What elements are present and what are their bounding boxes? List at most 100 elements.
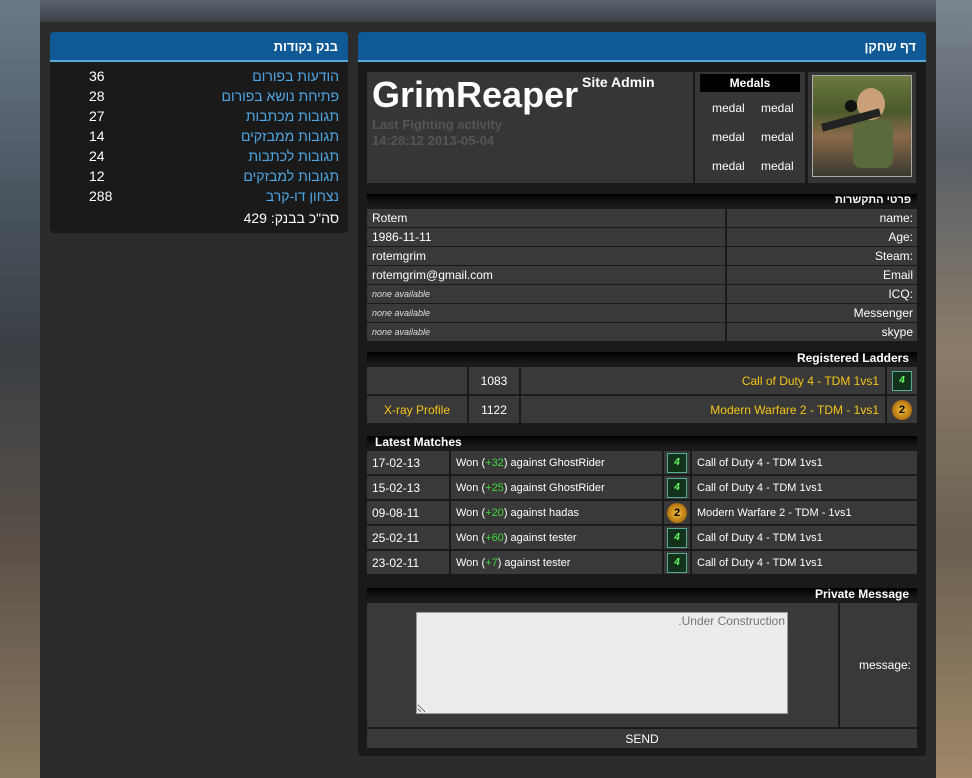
matches-section-bar: Latest Matches — [367, 436, 917, 448]
contact-key: Email — [882, 268, 913, 282]
medal: medal — [761, 101, 794, 115]
points-row: הודעות בפורום 36 — [50, 66, 348, 86]
match-result-cell: Won (+7) against tester — [451, 551, 662, 574]
send-button[interactable]: SEND — [367, 729, 917, 748]
points-row-label[interactable]: תגובות ממבזקים — [241, 128, 339, 144]
contact-section-bar: פרטי התקשרות — [367, 194, 917, 206]
contact-key: ICQ: — [888, 287, 913, 301]
match-opponent: ) against tester — [497, 556, 571, 569]
pm-section-title: Private Message — [814, 587, 909, 601]
profile-box: GrimReaper Site Admin Last Fighting acti… — [367, 72, 693, 183]
match-icon-cell: 4 — [664, 526, 690, 549]
points-total: סה"כ בבנק: 429 — [243, 210, 339, 226]
contact-key-cell: ICQ: — [727, 285, 917, 303]
mw2-icon: 2 — [667, 502, 687, 523]
match-icon-cell: 4 — [664, 476, 690, 499]
cod4-icon: 4 — [667, 552, 687, 573]
ladder-score-cell: 1122 — [469, 396, 519, 423]
ladder-name: Modern Warfare 2 - TDM - 1vs1 — [710, 402, 879, 417]
contact-key: Age: — [888, 230, 913, 244]
match-opponent: ) against GhostRider — [503, 456, 605, 469]
contact-value-cell: Rotem — [367, 209, 725, 227]
match-won-text: Won ( — [456, 531, 486, 544]
match-game: Call of Duty 4 - TDM 1vs1 — [697, 456, 823, 469]
match-game: Modern Warfare 2 - TDM - 1vs1 — [697, 506, 852, 519]
contact-value-cell: none available — [367, 323, 725, 341]
medal: medal — [712, 130, 745, 144]
xray-profile-link[interactable]: X-ray Profile — [384, 403, 450, 417]
points-row-value: 27 — [89, 108, 105, 124]
match-date: 15-02-13 — [372, 480, 421, 495]
match-won-text: Won ( — [456, 481, 486, 494]
matches-section-title: Latest Matches — [375, 435, 462, 449]
contact-value: Rotem — [372, 211, 408, 225]
contact-key: name: — [879, 211, 913, 225]
match-game-cell[interactable]: Call of Duty 4 - TDM 1vs1 — [692, 526, 917, 549]
points-row-label[interactable]: הודעות בפורום — [252, 68, 339, 84]
role-badge: Site Admin — [582, 74, 655, 90]
match-game-cell[interactable]: Call of Duty 4 - TDM 1vs1 — [692, 451, 917, 474]
points-row: תגובות ממבזקים 14 — [50, 126, 348, 146]
match-game: Call of Duty 4 - TDM 1vs1 — [697, 531, 823, 544]
points-row-value: 12 — [89, 168, 105, 184]
ladders-section-bar: Registered Ladders — [367, 352, 917, 364]
points-row-label[interactable]: תגובות למבזקים — [243, 168, 339, 184]
points-row-label[interactable]: תגובות לכתבות — [248, 148, 339, 164]
points-row: תגובות למבזקים 12 — [50, 166, 348, 186]
background-soldier-right — [936, 0, 972, 778]
contact-key: Steam: — [874, 249, 913, 263]
background-soldier-left — [0, 0, 40, 778]
medals-box: Medals medal medal medal medal medal med… — [695, 72, 805, 183]
ladder-name-cell[interactable]: Modern Warfare 2 - TDM - 1vs1 — [521, 396, 885, 423]
contact-key-cell: skype — [727, 323, 917, 341]
match-icon-cell: 2 — [664, 501, 690, 524]
points-row: תגובות מכתבות 27 — [50, 106, 348, 126]
cod4-icon-label: 4 — [674, 532, 680, 543]
ladder-name-cell[interactable]: Call of Duty 4 - TDM 1vs1 — [521, 367, 885, 394]
points-panel-title: בנק נקודות — [273, 38, 338, 54]
match-icon-cell: 4 — [664, 451, 690, 474]
send-button-label: SEND — [625, 731, 659, 746]
ladders-section-title: Registered Ladders — [796, 351, 909, 365]
points-row-value: 288 — [89, 188, 113, 204]
match-date-cell: 09-08-11 — [367, 501, 449, 524]
points-panel: בנק נקודות הודעות בפורום 36 פתיחת נושא בפו… — [50, 32, 348, 233]
match-game-cell[interactable]: Call of Duty 4 - TDM 1vs1 — [692, 476, 917, 499]
match-points: +20 — [485, 506, 504, 519]
main-content: בנק נקודות הודעות בפורום 36 פתיחת נושא בפו… — [40, 22, 936, 778]
ladder-extra-cell: X-ray Profile — [367, 396, 467, 423]
mw2-icon-label: 2 — [673, 506, 681, 519]
match-date: 25-02-11 — [372, 530, 420, 545]
match-points: +32 — [485, 456, 504, 469]
points-row-value: 14 — [89, 128, 105, 144]
ladder-icon-cell: 2 — [887, 396, 917, 423]
medals-title: Medals — [729, 76, 771, 90]
contact-value-unavailable: none available — [372, 327, 431, 337]
match-opponent: ) against tester — [503, 531, 577, 544]
contact-value-cell: none available — [367, 304, 725, 322]
match-game-cell[interactable]: Call of Duty 4 - TDM 1vs1 — [692, 551, 917, 574]
cod4-icon-label: 4 — [674, 557, 680, 568]
points-panel-header: בנק נקודות — [50, 32, 348, 62]
cod4-icon-label: 4 — [674, 457, 680, 468]
message-textarea[interactable] — [416, 612, 788, 714]
mw2-icon-label: 2 — [898, 403, 906, 416]
match-date-cell: 23-02-11 — [367, 551, 449, 574]
ladder-score-cell: 1083 — [469, 367, 519, 394]
match-game: Call of Duty 4 - TDM 1vs1 — [697, 556, 823, 569]
points-row-label[interactable]: תגובות מכתבות — [246, 108, 339, 124]
contact-key-cell: Messenger — [727, 304, 917, 322]
player-panel-header: דף שחקן — [358, 32, 926, 62]
medal: medal — [761, 130, 794, 144]
points-row-label[interactable]: פתיחת נושא בפורום — [222, 88, 340, 104]
points-row-label[interactable]: נצחון דו-קרב — [266, 188, 339, 204]
match-game: Call of Duty 4 - TDM 1vs1 — [697, 481, 823, 494]
contact-value-cell: rotemgrim@gmail.com — [367, 266, 725, 284]
points-list: הודעות בפורום 36 פתיחת נושא בפורום 28 תגובות… — [50, 62, 348, 206]
avatar[interactable] — [812, 75, 912, 177]
match-date: 23-02-11 — [372, 555, 420, 570]
points-total-row: סה"כ בבנק: 429 — [50, 208, 348, 228]
match-game-cell[interactable]: Modern Warfare 2 - TDM - 1vs1 — [692, 501, 917, 524]
contact-value: rotemgrim — [372, 249, 427, 263]
cod4-icon: 4 — [667, 477, 687, 498]
